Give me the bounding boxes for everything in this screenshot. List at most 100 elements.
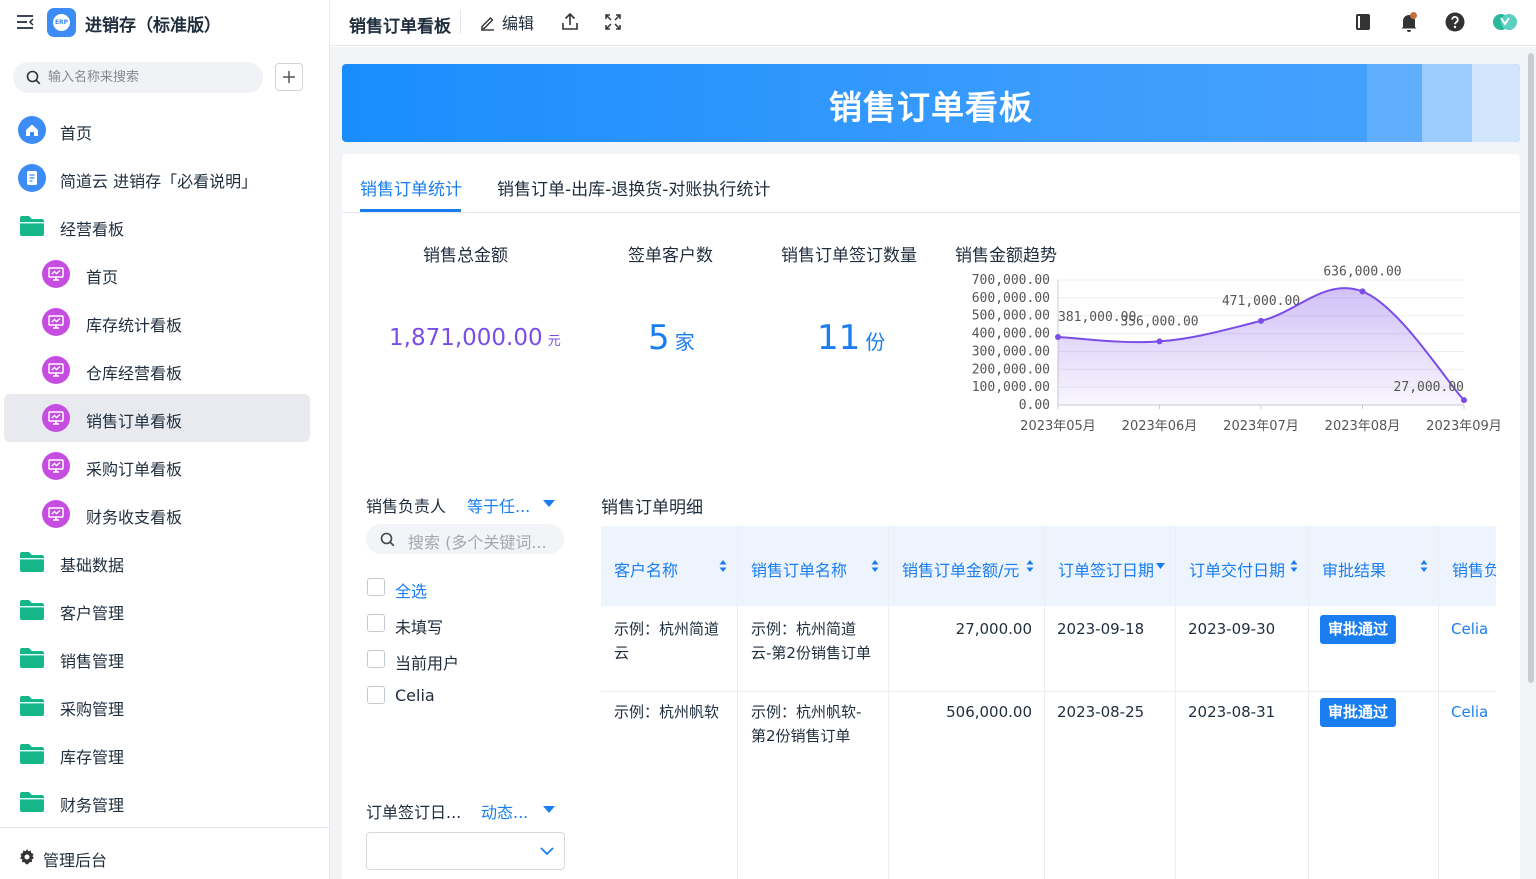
- y-tick-label: 600,000.00: [972, 291, 1050, 306]
- sort-icon[interactable]: [719, 559, 727, 573]
- option-unfilled[interactable]: 未填写: [395, 614, 443, 638]
- sort-icon[interactable]: [871, 559, 879, 573]
- stat-orders-value: 11 份: [817, 318, 885, 358]
- date-filter-select[interactable]: [366, 832, 565, 870]
- checkbox-unfilled[interactable]: [367, 614, 385, 632]
- sidebar-item-purchase[interactable]: 采购管理: [4, 682, 310, 730]
- add-button[interactable]: [275, 63, 303, 91]
- column-divider: [1308, 526, 1309, 879]
- sidebar-item-business-board[interactable]: 经营看板: [4, 202, 310, 250]
- data-point: [1461, 397, 1467, 404]
- sidebar-item-inventory-board[interactable]: 库存统计看板: [4, 298, 310, 346]
- sidebar-nav: 首页 简道云 进销存「必看说明」 经营看板 首页 库存统计看板 仓库经营看板 销…: [4, 106, 310, 826]
- date-filter-operator[interactable]: 动态...: [481, 799, 528, 823]
- sidebar-item-home[interactable]: 首页: [4, 106, 310, 154]
- sidebar-item-label: 客户管理: [60, 604, 125, 623]
- sidebar-item-purchase-board[interactable]: 采购订单看板: [4, 442, 310, 490]
- owner-filter-search[interactable]: 搜索 (多个关键词...: [366, 524, 564, 554]
- folder-icon: [18, 548, 46, 576]
- sidebar-item-customers[interactable]: 客户管理: [4, 586, 310, 634]
- y-tick-label: 300,000.00: [972, 344, 1050, 359]
- checkbox-select-all[interactable]: [367, 578, 385, 596]
- bell-icon[interactable]: [1398, 11, 1420, 33]
- sidebar-item-basic-data[interactable]: 基础数据: [4, 538, 310, 586]
- sidebar-item-warehouse-board[interactable]: 仓库经营看板: [4, 346, 310, 394]
- y-tick-label: 0.00: [1019, 398, 1050, 413]
- stat-customers-unit: 家: [674, 330, 695, 354]
- sort-icon[interactable]: [1026, 559, 1034, 573]
- column-header-amount[interactable]: 销售订单金额/元: [889, 526, 1044, 606]
- column-header-order-name[interactable]: 销售订单名称: [738, 526, 888, 606]
- banner-title: 销售订单看板: [829, 88, 1033, 127]
- order-detail-table: 客户名称 销售订单名称 销售订单金额/元 订单签订日期 订单交付日期 审批结果 …: [601, 526, 1496, 879]
- menu-collapse-icon[interactable]: [16, 13, 34, 31]
- owner-link[interactable]: Celia: [1451, 703, 1488, 721]
- sidebar-item-guide[interactable]: 简道云 进销存「必看说明」: [4, 154, 310, 202]
- stat-orders-label: 销售订单签订数量: [781, 246, 917, 266]
- stat-total-amount-value: 1,871,000.00 元: [389, 325, 561, 351]
- page-title: 销售订单看板: [349, 17, 451, 37]
- document-icon: [18, 164, 46, 192]
- help-icon[interactable]: [1444, 11, 1466, 33]
- sidebar-item-sales[interactable]: 销售管理: [4, 634, 310, 682]
- fullscreen-icon[interactable]: [602, 11, 624, 33]
- sort-icon[interactable]: [1290, 559, 1298, 573]
- x-tick-label: 2023年09月: [1426, 419, 1502, 434]
- sidebar-item-inventory[interactable]: 库存管理: [4, 730, 310, 778]
- owner-filter-label: 销售负责人: [366, 497, 447, 516]
- tab-sales-stats[interactable]: 销售订单统计: [360, 175, 462, 200]
- x-tick-label: 2023年06月: [1122, 419, 1198, 434]
- sidebar-item-board-home[interactable]: 首页: [4, 250, 310, 298]
- checkbox-celia[interactable]: [367, 686, 385, 704]
- table-cell-amount: 27,000.00: [955, 620, 1032, 638]
- sidebar-header: ERP 进销存（标准版）: [0, 0, 329, 46]
- tab-execution-stats[interactable]: 销售订单-出库-退换货-对账执行统计: [497, 175, 770, 200]
- admin-entry[interactable]: 管理后台: [0, 827, 329, 879]
- notebook-icon[interactable]: [1352, 11, 1374, 33]
- option-select-all[interactable]: 全选: [395, 578, 427, 602]
- share-icon[interactable]: [559, 11, 581, 33]
- sidebar-item-finance-board[interactable]: 财务收支看板: [4, 490, 310, 538]
- avatar[interactable]: [1492, 11, 1518, 33]
- sidebar-search[interactable]: [13, 62, 263, 93]
- scrollbar[interactable]: [1528, 53, 1534, 683]
- sort-icon[interactable]: [1420, 559, 1428, 573]
- x-tick-label: 2023年07月: [1223, 419, 1299, 434]
- column-header-owner[interactable]: 销售负: [1439, 526, 1496, 606]
- data-point: [1258, 317, 1264, 324]
- stat-orders-unit: 份: [865, 330, 886, 354]
- date-filter-label: 订单签订日...: [366, 803, 462, 822]
- checkbox-current-user[interactable]: [367, 650, 385, 668]
- stat-orders-number: 11: [817, 318, 861, 358]
- owner-filter-operator[interactable]: 等于任...: [467, 493, 530, 517]
- table-cell-deliver-date: 2023-08-31: [1188, 703, 1276, 721]
- sidebar-item-sales-board[interactable]: 销售订单看板: [4, 394, 310, 442]
- owner-link[interactable]: Celia: [1451, 620, 1488, 638]
- search-icon: [380, 532, 395, 547]
- chevron-down-icon[interactable]: [543, 806, 555, 813]
- search-icon: [26, 70, 41, 85]
- folder-icon: [18, 740, 46, 768]
- top-bar: 销售订单看板 编辑: [330, 0, 1536, 46]
- admin-label: 管理后台: [43, 851, 108, 870]
- column-header-approval[interactable]: 审批结果: [1309, 526, 1438, 606]
- stat-total-amount-number: 1,871,000.00: [389, 325, 543, 351]
- option-celia[interactable]: Celia: [395, 686, 435, 705]
- search-input[interactable]: [48, 62, 258, 93]
- option-current-user[interactable]: 当前用户: [395, 650, 459, 674]
- divider: [460, 10, 461, 34]
- sidebar-item-finance[interactable]: 财务管理: [4, 778, 310, 826]
- dashboard-icon: [42, 356, 70, 384]
- data-label: 471,000.00: [1222, 294, 1300, 309]
- app-logo: ERP: [47, 8, 76, 37]
- column-header-customer[interactable]: 客户名称: [601, 526, 737, 606]
- chevron-down-icon[interactable]: [543, 500, 555, 507]
- data-point: [1156, 338, 1163, 345]
- edit-button[interactable]: 编辑: [479, 10, 534, 34]
- sidebar-item-label: 采购订单看板: [86, 460, 183, 479]
- sort-desc-icon[interactable]: [1156, 563, 1165, 569]
- dashboard-icon: [42, 404, 70, 432]
- column-header-deliver-date[interactable]: 订单交付日期: [1176, 526, 1308, 606]
- dashboard-icon: [42, 260, 70, 288]
- column-header-sign-date[interactable]: 订单签订日期: [1045, 526, 1175, 606]
